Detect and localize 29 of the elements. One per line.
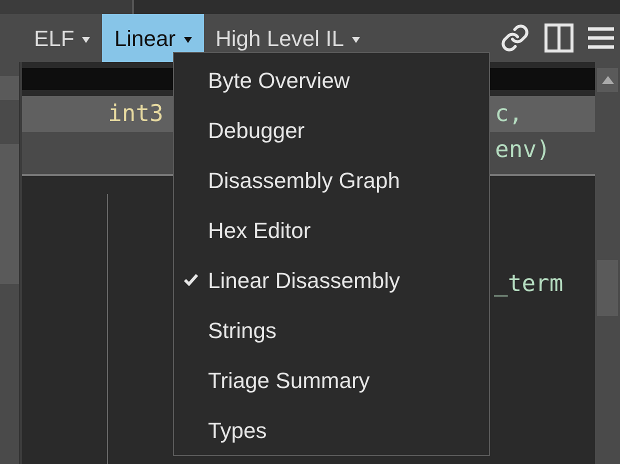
menu-item[interactable]: Debugger (174, 105, 489, 155)
code-token: _term (494, 270, 564, 299)
code-token: env) (495, 136, 550, 165)
code-token: c, (495, 100, 523, 129)
menu-item-label: Strings (208, 316, 276, 345)
menu-item-label: Triage Summary (208, 366, 370, 395)
scroll-up-icon[interactable] (597, 68, 618, 92)
menu-item-label: Types (208, 416, 267, 445)
menu-item-label: Hex Editor (208, 216, 311, 244)
link-icon[interactable] (500, 23, 530, 53)
menu-item-label: Linear Disassembly (208, 266, 400, 295)
menu-item-label: Debugger (208, 116, 305, 145)
menu-item-label: Disassembly Graph (208, 166, 400, 195)
menu-item[interactable]: Strings (174, 305, 489, 355)
menu-item[interactable]: Linear Disassembly (174, 255, 489, 305)
caret-icon (82, 37, 90, 43)
menu-item[interactable]: Disassembly Graph (174, 155, 489, 205)
view-tab[interactable]: Linear (102, 14, 204, 62)
view-tab[interactable]: ELF (22, 14, 102, 62)
scrollbar-thumb[interactable] (0, 144, 19, 284)
menu-icon[interactable] (588, 25, 614, 51)
split-view-icon[interactable] (544, 23, 574, 53)
code-token: int3 (108, 100, 164, 127)
menu-item[interactable]: Types (174, 405, 489, 455)
menu-item-label: Byte Overview (208, 66, 350, 95)
caret-icon (352, 37, 360, 43)
menu-item[interactable]: Hex Editor (174, 205, 489, 255)
caret-icon (184, 37, 192, 43)
menu-item[interactable]: Triage Summary (174, 355, 489, 405)
